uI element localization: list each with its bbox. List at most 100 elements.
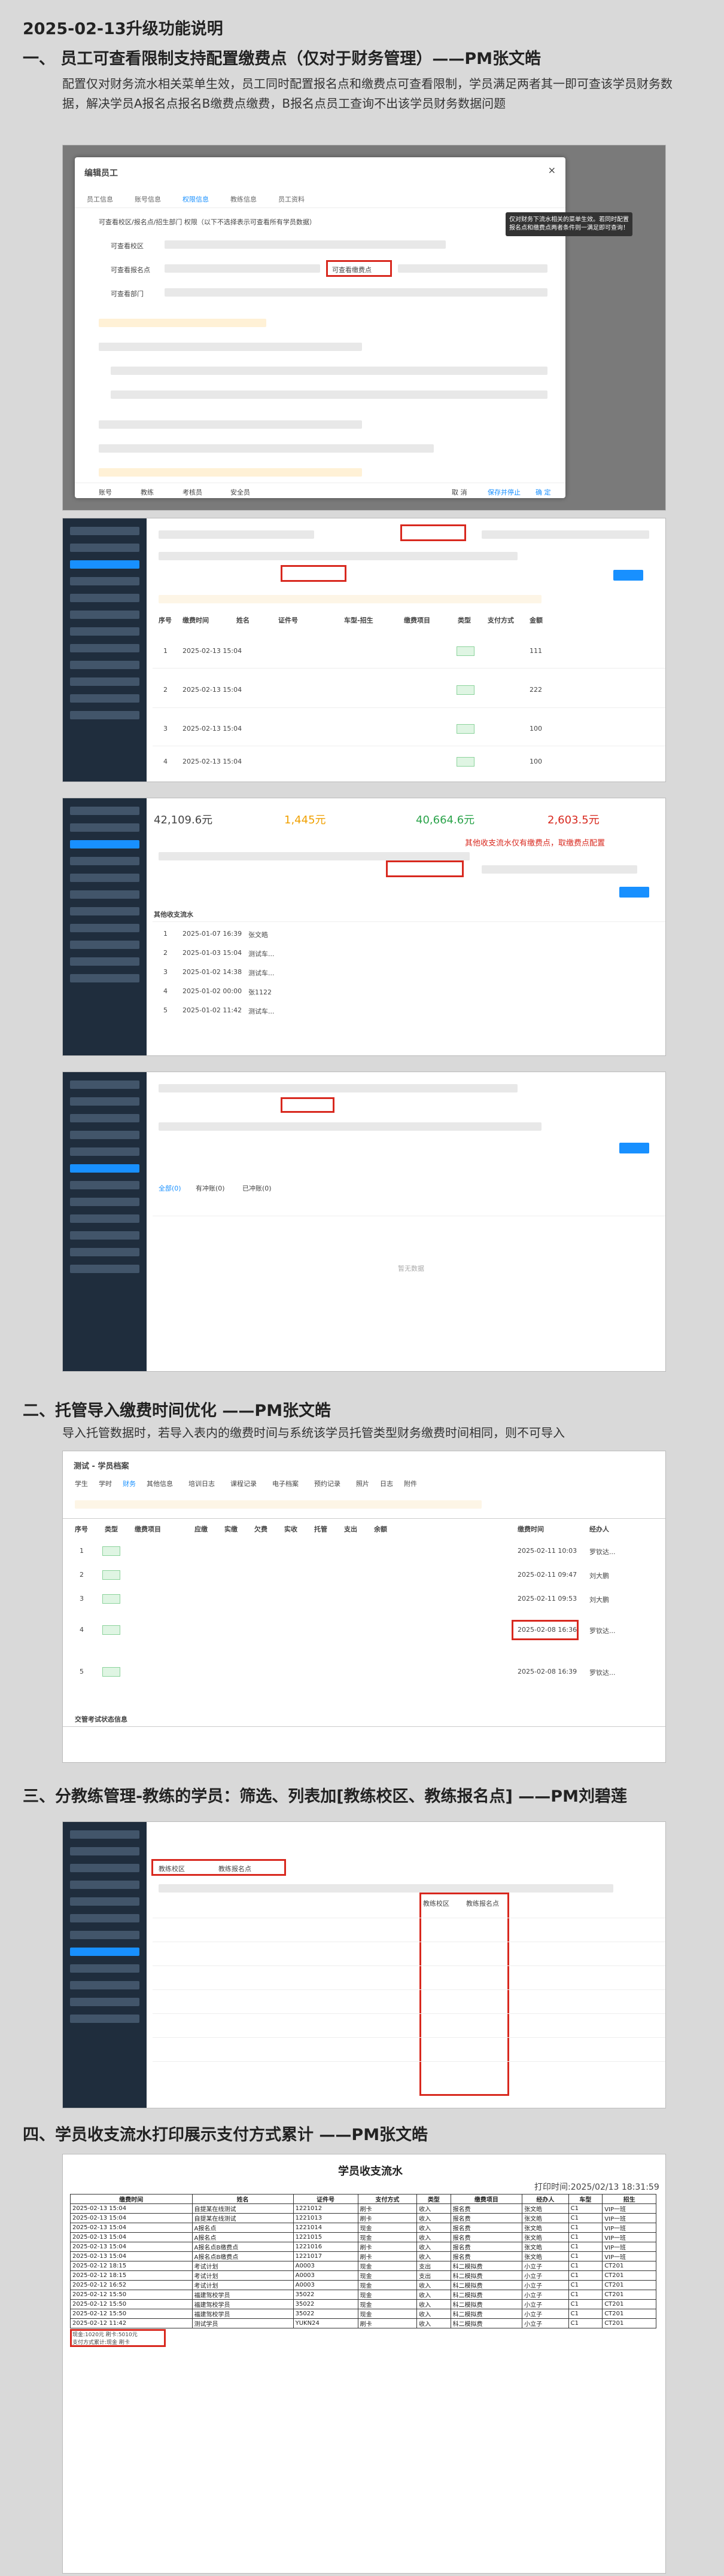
receipt-cell: 1221014 <box>293 2223 358 2233</box>
receipt-cell: A报名点 <box>191 2223 294 2233</box>
screenshot-print-receipt: 学员收支流水 打印时间:2025/02/13 18:31:59 缴费时间 姓名 证件… <box>62 2154 666 2574</box>
tab-course[interactable]: 课程记录 <box>230 1479 257 1488</box>
receipt-cell: 报名费 <box>450 2203 523 2214</box>
tooltip: 仅对财务下流水相关的菜单生效。若同时配置报名点和缴费点两者条件则一满足即可查询！ <box>506 212 632 236</box>
receipt-cell: A报名点B缴费点 <box>191 2251 294 2261</box>
ok-button[interactable]: 确 定 <box>536 487 551 497</box>
check-examiner[interactable]: 考核员 <box>182 487 202 497</box>
stat-total: 42,109.6元 <box>154 814 213 826</box>
receipt-cell: VIP一班 <box>602 2242 656 2252</box>
receipt-cell: VIP一班 <box>602 2203 656 2214</box>
tab-student[interactable]: 学生 <box>75 1479 88 1488</box>
receipt-cell: 刷卡 <box>357 2213 418 2223</box>
receipt-cell: 科二模拟费 <box>450 2280 523 2290</box>
receipt-cell: 2025-02-13 15:04 <box>70 2223 193 2233</box>
table-header-row: 缴费时间 姓名 证件号 支付方式 类型 缴费项目 经办人 车型 招生 <box>70 2194 656 2204</box>
receipt-cell: 现金 <box>357 2309 418 2319</box>
screenshot-edit-staff: 编辑员工 × 员工信息 账号信息 权限信息 教练信息 员工资料 可查看校区/报名… <box>62 145 666 511</box>
tab-log[interactable]: 培训日志 <box>188 1479 215 1488</box>
receipt-cell: VIP一班 <box>602 2213 656 2223</box>
col-paytime: 缴费时间 <box>518 1525 544 1533</box>
receipt-cell: 小立子 <box>522 2318 569 2328</box>
tab-booking[interactable]: 预约记录 <box>314 1479 340 1488</box>
highlight-coach-columns <box>419 1893 509 2096</box>
receipt-cell: C1 <box>568 2318 603 2328</box>
cancel-button[interactable]: 取 消 <box>452 487 467 497</box>
receipt-cell: 自提某在线测试 <box>191 2213 294 2223</box>
tab-journal[interactable]: 日志 <box>380 1479 393 1488</box>
table-row: 2025-02-12 18:15 考试计划 A0003 现金 支出 科二模拟费 小立子 C1 C… <box>70 2270 656 2281</box>
row-label-campus: 可查看校区 <box>111 242 144 250</box>
edit-staff-modal: 编辑员工 × 员工信息 账号信息 权限信息 教练信息 员工资料 可查看校区/报名… <box>75 157 565 498</box>
check-safety-officer[interactable]: 安全员 <box>230 487 250 497</box>
receipt-cell: 2025-02-12 11:42 <box>70 2318 193 2328</box>
tab-archive[interactable]: 电子档案 <box>272 1479 299 1488</box>
receipt-cell: 2025-02-12 18:15 <box>70 2270 193 2281</box>
receipt-cell: 刷卡 <box>357 2251 418 2261</box>
screenshot-student-archive: 测试 - 学员档案 学生 学时 财务 其他信息 培训日志 课程记录 电子档案 预… <box>62 1451 666 1763</box>
receipt-cell: 小立子 <box>522 2261 569 2271</box>
close-icon[interactable]: × <box>548 164 556 176</box>
table-row: 2025-02-12 15:50 福建驾校学员 35022 现金 收入 科二模拟费 小立子 C… <box>70 2290 656 2300</box>
receipt-cell: 科二模拟费 <box>450 2299 523 2309</box>
tab-coach-info[interactable]: 教练信息 <box>230 194 257 204</box>
stat-2: 1,445元 <box>284 814 326 826</box>
receipt-cell: 小立子 <box>522 2299 569 2309</box>
section-2-heading: 二、托管导入缴费时间优化 ——PM张文皓 <box>23 1402 331 1420</box>
tab-reversal[interactable]: 有冲账(0) <box>196 1183 225 1193</box>
receipt-cell: 2025-02-12 16:52 <box>70 2280 193 2290</box>
receipt-cell: CT201 <box>602 2318 656 2328</box>
receipt-cell: 2025-02-13 15:04 <box>70 2242 193 2252</box>
tab-hours[interactable]: 学时 <box>99 1479 112 1488</box>
receipt-cell: 报名费 <box>450 2213 523 2223</box>
col-header-amount: 金额 <box>530 616 543 624</box>
tab-permission-info[interactable]: 权限信息 <box>182 194 209 204</box>
receipt-col-header: 车型 <box>568 2194 603 2204</box>
section-1-desc: 配置仅对财务流水相关菜单生效，员工同时配置报名点和缴费点可查看限制，学员满足两者… <box>62 77 673 111</box>
receipt-cell: A0003 <box>293 2261 358 2271</box>
filter-coach-campus[interactable]: 教练校区 <box>159 1864 185 1873</box>
receipt-cell: C1 <box>568 2270 603 2281</box>
section-2-desc: 导入托管数据时，若导入表内的缴费时间与系统该学员托管类型财务缴费时间相同，则不可… <box>62 1426 565 1440</box>
receipt-cell: C1 <box>568 2251 603 2261</box>
col-header-id: 证件号 <box>278 616 298 624</box>
save-stop-button[interactable]: 保存并停止 <box>488 487 521 497</box>
annotation: 其他收支流水仅有缴费点，取缴费点配置 <box>465 839 606 848</box>
receipt-cell: 现金 <box>357 2232 418 2242</box>
receipt-cell: 考试计划 <box>191 2261 294 2271</box>
receipt-cell: 报名费 <box>450 2223 523 2233</box>
tab-finance[interactable]: 财务 <box>123 1479 136 1488</box>
col-owed: 欠费 <box>254 1525 267 1533</box>
tab-staff-info[interactable]: 员工信息 <box>87 194 113 204</box>
tab-account-info[interactable]: 账号信息 <box>135 194 161 204</box>
receipt-cell: CT201 <box>602 2270 656 2281</box>
table-row: 2025-02-12 15:50 福建驾校学员 35022 现金 收入 科二模拟费 小立子 C… <box>70 2309 656 2319</box>
check-coach[interactable]: 教练 <box>141 487 154 497</box>
tab-staff-docs[interactable]: 员工资料 <box>278 194 305 204</box>
table-row: 2025-02-13 15:04 A报名点B缴费点 1221017 刷卡 收入 报名费 张文… <box>70 2251 656 2261</box>
table-row: 2025-02-13 15:04 A报名点 1221014 现金 收入 报名费 张文皓 C1 V… <box>70 2223 656 2233</box>
receipt-cell: 科二模拟费 <box>450 2318 523 2328</box>
filter-coach-signup-point[interactable]: 教练报名点 <box>218 1864 251 1873</box>
receipt-cell: C1 <box>568 2299 603 2309</box>
receipt-cell: 1221015 <box>293 2232 358 2242</box>
col-paid: 实缴 <box>224 1525 238 1533</box>
receipt-title: 学员收支流水 <box>338 2165 403 2178</box>
table-title: 其他收支流水 <box>154 911 193 918</box>
receipt-cell: YUKN24 <box>293 2318 358 2328</box>
table-row: 2025-02-13 15:04 自提某在线测试 1221012 刷卡 收入 报名费 张文皓… <box>70 2203 656 2214</box>
receipt-cell: CT201 <box>602 2261 656 2271</box>
receipt-cell: 支出 <box>416 2270 451 2281</box>
receipt-cell: 收入 <box>416 2213 451 2223</box>
highlight-payment-filter <box>400 524 466 541</box>
check-account[interactable]: 账号 <box>99 487 112 497</box>
tab-other[interactable]: 其他信息 <box>147 1479 173 1488</box>
highlight-filter <box>281 1097 334 1113</box>
receipt-cell: 刷卡 <box>357 2242 418 2252</box>
tab-all[interactable]: 全部(0) <box>159 1183 181 1193</box>
tab-photo[interactable]: 照片 <box>356 1479 369 1488</box>
receipt-col-header: 缴费时间 <box>70 2194 193 2204</box>
tab-reversed[interactable]: 已冲账(0) <box>242 1183 272 1193</box>
receipt-cell: 收入 <box>416 2203 451 2214</box>
tab-attachment[interactable]: 附件 <box>404 1479 417 1488</box>
